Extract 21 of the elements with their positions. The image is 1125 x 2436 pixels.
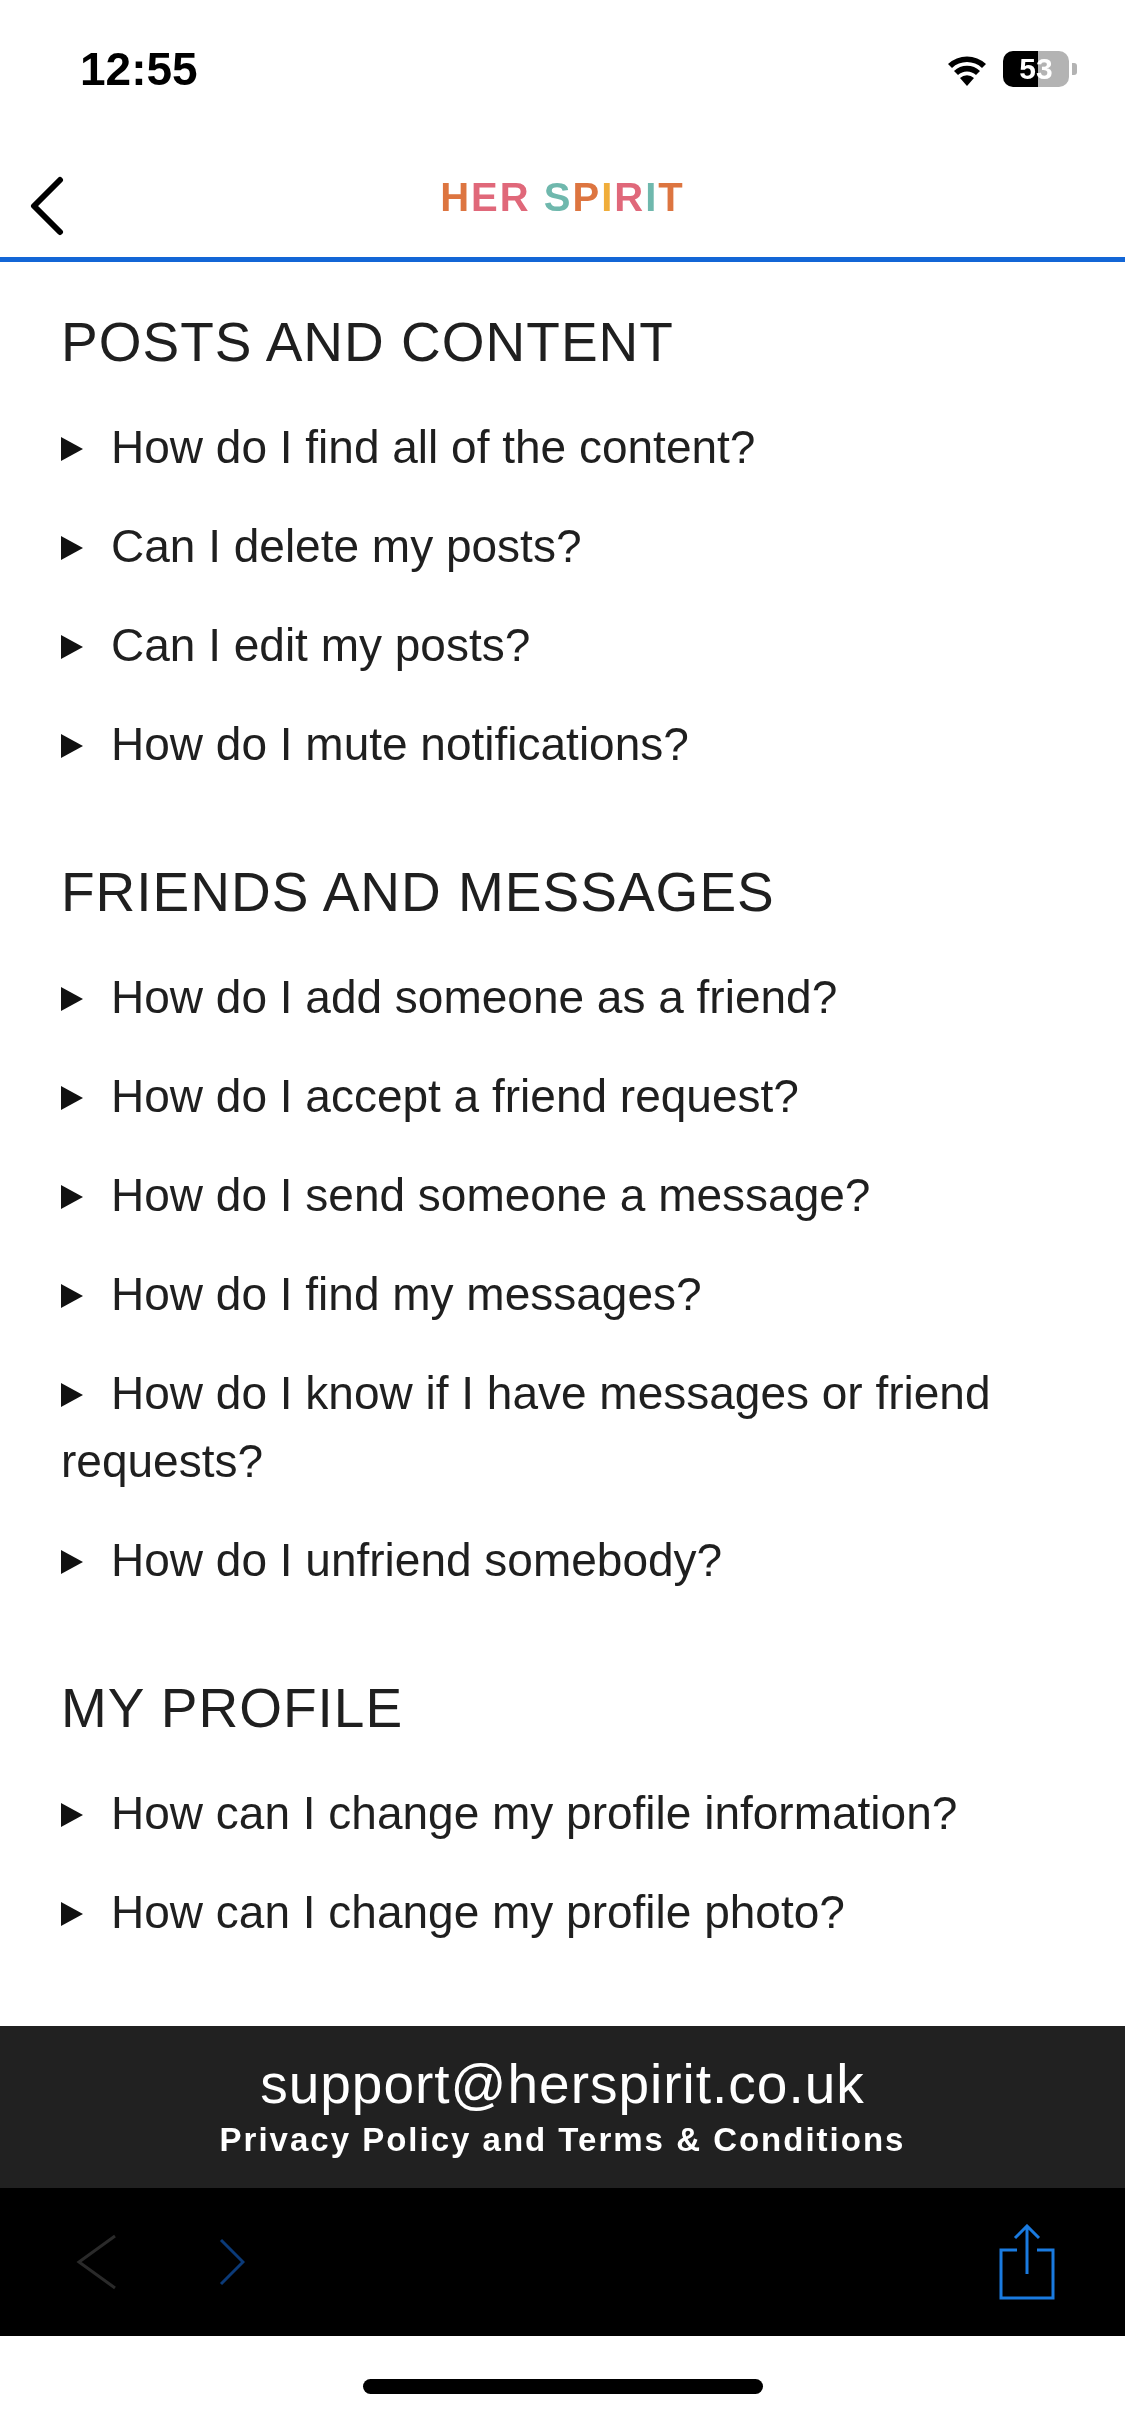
faq-item[interactable]: How do I add someone as a friend? bbox=[61, 962, 1071, 1031]
section-title: POSTS AND CONTENT bbox=[61, 309, 675, 375]
faq-item[interactable]: How can I change my profile information? bbox=[61, 1778, 1071, 1847]
share-icon[interactable] bbox=[999, 2224, 1055, 2301]
faq-item[interactable]: How do I unfriend somebody? bbox=[61, 1525, 1071, 1594]
faq-item[interactable]: How do I mute notifications? bbox=[61, 709, 1071, 778]
faq-item[interactable]: How do I send someone a message? bbox=[61, 1160, 1071, 1229]
home-indicator[interactable] bbox=[362, 2378, 763, 2394]
faq-item[interactable]: How do I find my messages? bbox=[61, 1259, 1071, 1328]
policy-link[interactable]: Privacy Policy and Terms & Conditions bbox=[219, 2116, 906, 2163]
faq-item[interactable]: How do I accept a friend request? bbox=[61, 1061, 1071, 1130]
logo: HER SPIRIT bbox=[440, 174, 685, 220]
section-title: FRIENDS AND MESSAGES bbox=[61, 859, 776, 925]
faq-item[interactable]: How do I find all of the content? bbox=[61, 412, 1071, 481]
section-title: MY PROFILE bbox=[61, 1675, 405, 1741]
faq-item[interactable]: How can I change my profile photo? bbox=[61, 1877, 1071, 1946]
email-link[interactable]: support@herspirit.co.uk bbox=[260, 2050, 865, 2117]
faq-item[interactable]: Can I delete my posts? bbox=[61, 511, 1071, 580]
faq-item[interactable]: Can I edit my posts? bbox=[61, 610, 1071, 679]
status-time: 12:55 bbox=[80, 42, 198, 97]
faq-item[interactable]: How do I know if I have messages or friend requests? bbox=[61, 1358, 1071, 1495]
